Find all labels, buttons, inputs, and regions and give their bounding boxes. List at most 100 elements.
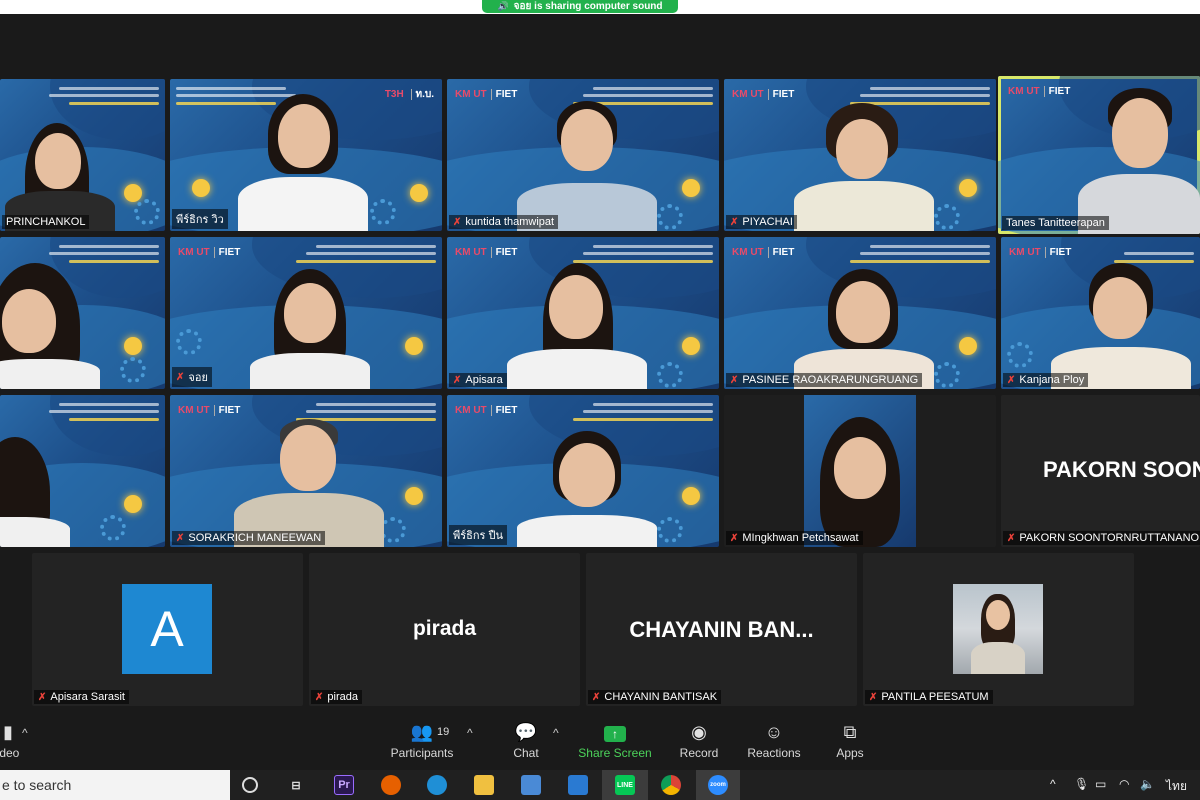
meeting-toolbar: ▮ ideo ^ 👥 Participants 19 ^ 💬 Chat ^ ↑ … xyxy=(0,716,1200,770)
zoom-app-icon[interactable]: zoom xyxy=(708,775,728,795)
gear-icon xyxy=(657,204,683,230)
mic-muted-icon: ✗ xyxy=(176,532,185,544)
video-tile[interactable] xyxy=(0,237,165,389)
video-tile[interactable]: KM UT FIET ✗ Apisara xyxy=(447,237,719,389)
kmutt-fiet-logo: KM UT FIET xyxy=(732,89,795,100)
kmutt-fiet-logo: KM UT FIET xyxy=(732,247,795,258)
taskbar-search-box[interactable]: e to search xyxy=(0,770,230,800)
video-tile[interactable]: ✗ MIngkhwan Petchsawat xyxy=(724,395,996,547)
language-indicator[interactable]: ไทย xyxy=(1166,777,1187,796)
gear-icon xyxy=(100,515,126,541)
video-tile-active-speaker[interactable]: KM UT FIET Tanes Tanitteerapan xyxy=(998,76,1200,234)
kmutt-fiet-logo: KM UT FIET xyxy=(1008,86,1071,97)
mic-muted-icon: ✗ xyxy=(730,374,739,386)
video-button[interactable]: ▮ ideo xyxy=(0,722,20,760)
video-camera-icon: ▮ xyxy=(3,722,13,742)
mic-muted-icon: ✗ xyxy=(453,216,462,228)
participant-name-label: ✗ MIngkhwan Petchsawat xyxy=(726,531,863,545)
video-tile[interactable]: KM UT FIET ✗ Kanjana Ploy xyxy=(1001,237,1200,389)
gear-icon xyxy=(657,362,683,388)
record-icon: ◉ xyxy=(691,722,707,742)
participant-name-label: ✗ Kanjana Ploy xyxy=(1003,373,1089,387)
avatar-tile[interactable]: A ✗ Apisara Sarasit xyxy=(32,553,303,706)
apps-icon: ⧉ xyxy=(843,722,857,742)
mic-muted-icon: ✗ xyxy=(1007,532,1016,544)
video-tile[interactable]: PRINCHANKOL xyxy=(0,79,165,231)
chrome-icon[interactable] xyxy=(661,775,681,795)
gear-icon xyxy=(176,329,202,355)
participant-name-label: ✗ kuntida thamwipat xyxy=(449,215,559,229)
microsoft-store-icon[interactable] xyxy=(521,775,541,795)
participant-name-label: Tanes Tanitteerapan xyxy=(1002,216,1109,230)
apps-button[interactable]: ⧉ Apps xyxy=(834,722,866,760)
participant-name-label: พีร์ธิกร วิว xyxy=(172,209,228,229)
mail-icon[interactable] xyxy=(568,775,588,795)
volume-icon[interactable]: 🔈 xyxy=(1140,777,1155,791)
lightbulb-icon xyxy=(959,179,977,197)
reactions-button[interactable]: ☺ Reactions xyxy=(746,722,802,760)
participant-name-label: ✗ PANTILA PEESATUM xyxy=(865,690,993,704)
participant-display-name: pirada xyxy=(412,617,477,640)
video-tile[interactable]: KM UT FIET ✗ SORAKRICH MANEEWAN xyxy=(170,395,442,547)
participant-name-label: ✗ PASINEE RAOAKRARUNGRUANG xyxy=(726,373,923,387)
lightbulb-icon xyxy=(682,337,700,355)
lightbulb-icon xyxy=(124,495,142,513)
sharing-sound-banner[interactable]: 🔊 จอย is sharing computer sound xyxy=(482,0,678,13)
video-options-caret[interactable]: ^ xyxy=(22,726,28,740)
participant-name-label: ✗ จอย xyxy=(172,367,212,387)
gear-icon xyxy=(934,362,960,388)
participant-name-label: PRINCHANKOL xyxy=(2,215,90,229)
participant-display-name: PAKORN SOON xyxy=(1043,457,1200,482)
photo-tile[interactable]: ✗ PANTILA PEESATUM xyxy=(863,553,1134,706)
mic-muted-icon: ✗ xyxy=(453,374,462,386)
chat-button[interactable]: 💬 Chat xyxy=(510,722,542,760)
lightbulb-icon xyxy=(124,184,142,202)
kmutt-fiet-logo: KM UT FIET xyxy=(1009,247,1072,258)
microphone-icon[interactable]: 🎙 xyxy=(1074,777,1089,791)
chat-options-caret[interactable]: ^ xyxy=(553,726,559,740)
kmutt-fiet-logo: KM UT FIET xyxy=(455,89,518,100)
chevron-up-icon[interactable]: ^ xyxy=(1050,777,1056,791)
name-only-tile[interactable]: PAKORN SOON ✗ PAKORN SOONTORNRUTTANANON xyxy=(1001,395,1200,547)
mic-muted-icon: ✗ xyxy=(730,532,739,544)
share-screen-button[interactable]: ↑ Share Screen xyxy=(578,722,652,760)
file-explorer-icon[interactable] xyxy=(474,775,494,795)
wifi-icon[interactable]: ◠ xyxy=(1119,777,1129,791)
cortana-circle-icon[interactable] xyxy=(242,777,258,793)
line-app-icon[interactable]: LINE xyxy=(615,775,635,795)
name-only-tile[interactable]: pirada ✗ pirada xyxy=(309,553,580,706)
participant-name-label: ✗ PIYACHAI xyxy=(726,215,797,229)
video-tile[interactable]: KM UT FIET ✗ PIYACHAI xyxy=(724,79,996,231)
video-tile[interactable]: T3H ท.บ. พีร์ธิกร วิว xyxy=(170,79,442,231)
video-tile[interactable]: KM UT FIET ✗ PASINEE RAOAKRARUNGRUANG xyxy=(724,237,996,389)
battery-icon[interactable]: ▭ xyxy=(1095,777,1106,791)
lightbulb-icon xyxy=(192,179,210,197)
firefox-icon[interactable] xyxy=(381,775,401,795)
participant-name-label: ✗ Apisara xyxy=(449,373,507,387)
lightbulb-icon xyxy=(124,337,142,355)
video-tile[interactable] xyxy=(0,395,165,547)
participants-options-caret[interactable]: ^ xyxy=(467,726,473,740)
participant-name-label: ✗ Apisara Sarasit xyxy=(34,690,129,704)
avatar: A xyxy=(122,584,212,674)
gear-icon xyxy=(370,199,396,225)
kmutt-fiet-logo: KM UT FIET xyxy=(178,405,241,416)
video-tile[interactable]: KM UT FIET ✗ kuntida thamwipat xyxy=(447,79,719,231)
record-button[interactable]: ◉ Record xyxy=(678,722,720,760)
edge-icon[interactable] xyxy=(427,775,447,795)
mic-muted-icon: ✗ xyxy=(592,691,601,703)
video-tile[interactable]: KM UT FIET พีร์ธิกร ปืน xyxy=(447,395,719,547)
mic-muted-icon: ✗ xyxy=(315,691,324,703)
lightbulb-icon xyxy=(682,487,700,505)
participants-count: 19 xyxy=(437,726,450,738)
task-view-icon[interactable]: ⊟ xyxy=(286,775,306,795)
participant-name-label: ✗ PAKORN SOONTORNRUTTANANON xyxy=(1003,531,1200,545)
video-tile[interactable]: KM UT FIET ✗ จอย xyxy=(170,237,442,389)
premiere-pro-icon[interactable]: Pr xyxy=(334,775,354,795)
mic-muted-icon: ✗ xyxy=(38,691,47,703)
name-only-tile[interactable]: CHAYANIN BAN... ✗ CHAYANIN BANTISAK xyxy=(586,553,857,706)
gear-icon xyxy=(934,204,960,230)
mic-muted-icon: ✗ xyxy=(730,216,739,228)
chat-bubble-icon: 💬 xyxy=(514,722,538,742)
smiley-plus-icon: ☺ xyxy=(764,722,784,742)
